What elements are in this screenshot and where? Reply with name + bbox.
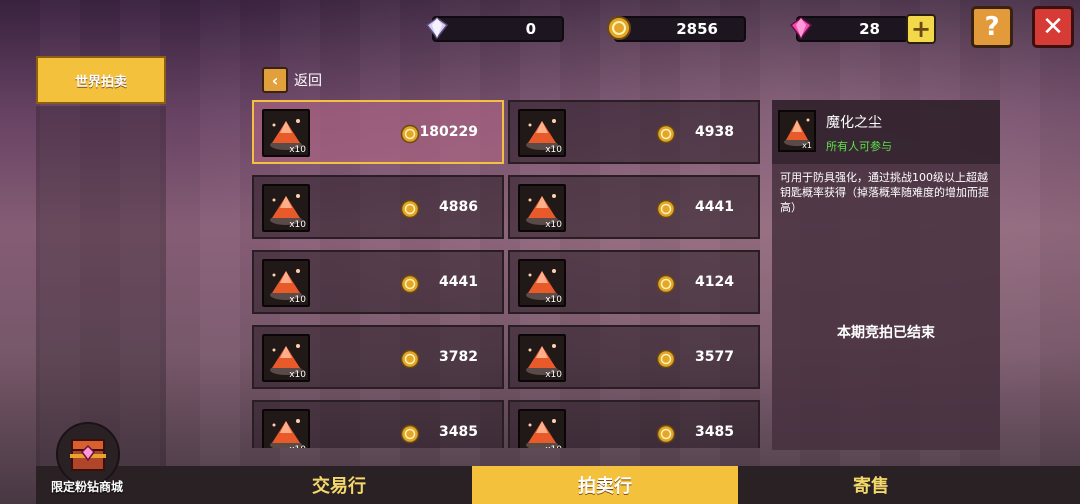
detail-header: x1 魔化之尘 所有人可参与 xyxy=(772,100,1000,164)
dust-item-icon: x10 xyxy=(262,409,310,448)
back-label: 返回 xyxy=(294,73,322,89)
dust-item-icon: x10 xyxy=(262,109,310,157)
dust-item-icon: x10 xyxy=(518,334,566,382)
dust-item-icon: x10 xyxy=(518,409,566,448)
auction-item-card[interactable]: x10 4938 xyxy=(508,100,760,164)
diamond-counter: 0 xyxy=(425,16,564,42)
dust-item-icon: x10 xyxy=(518,109,566,157)
detail-qty: x1 xyxy=(802,141,812,150)
item-price: 3485 xyxy=(439,424,478,440)
item-qty: x10 xyxy=(545,220,562,230)
detail-description: 可用于防具强化，通过挑战100级以上超越钥匙概率获得（掉落概率随难度的增加而提高… xyxy=(780,171,989,214)
item-qty: x10 xyxy=(289,295,306,305)
auction-item-card[interactable]: x10 4124 xyxy=(508,250,760,314)
item-price: 4938 xyxy=(695,124,734,140)
item-price: 4441 xyxy=(439,274,478,290)
dust-item-icon: x10 xyxy=(262,259,310,307)
coin-icon xyxy=(400,424,420,444)
item-qty: x10 xyxy=(545,445,562,448)
gem-value: 28 xyxy=(859,20,880,38)
diamond-value: 0 xyxy=(525,20,536,38)
coin-icon xyxy=(656,199,676,219)
auction-item-card[interactable]: x10 3577 xyxy=(508,325,760,389)
dust-item-icon: x10 xyxy=(518,259,566,307)
treasure-chest-icon xyxy=(70,439,106,471)
dust-icon-art xyxy=(526,419,558,448)
detail-item-name: 魔化之尘 xyxy=(826,115,882,131)
coin-icon xyxy=(656,349,676,369)
auction-item-card[interactable]: x10 180229 xyxy=(252,100,504,164)
item-qty: x10 xyxy=(289,370,306,380)
coin-icon xyxy=(400,349,420,369)
chevron-left-icon: ‹ xyxy=(262,67,288,93)
shop-label: 限定粉钻商城 xyxy=(50,480,123,494)
coin-icon xyxy=(656,124,676,144)
back-button[interactable]: ‹ 返回 xyxy=(262,66,322,94)
close-button[interactable]: ✕ xyxy=(1032,6,1074,48)
item-price: 3577 xyxy=(695,349,734,365)
detail-participation: 所有人可参与 xyxy=(826,140,892,153)
sidebar xyxy=(36,106,166,466)
item-qty: x10 xyxy=(545,295,562,305)
help-button[interactable]: ? xyxy=(971,6,1013,48)
gem-counter: 28 xyxy=(789,16,908,42)
tab-trading-house[interactable]: 交易行 xyxy=(206,466,472,504)
item-qty: x10 xyxy=(289,445,306,448)
dust-item-icon: x10 xyxy=(262,334,310,382)
auction-item-card[interactable]: x10 4441 xyxy=(508,175,760,239)
auction-item-card[interactable]: x10 3782 xyxy=(252,325,504,389)
coin-value: 2856 xyxy=(676,20,718,38)
item-price: 3782 xyxy=(439,349,478,365)
item-price: 180229 xyxy=(419,124,478,140)
add-gem-button[interactable]: + xyxy=(906,14,936,44)
dust-icon-art xyxy=(270,419,302,448)
item-price: 4124 xyxy=(695,274,734,290)
auction-status: 本期竞拍已结束 xyxy=(837,325,935,341)
coin-icon xyxy=(656,274,676,294)
item-qty: x10 xyxy=(545,145,562,155)
auction-item-card[interactable]: x10 3485 xyxy=(252,400,504,448)
item-qty: x10 xyxy=(545,370,562,380)
tab-consignment[interactable]: 寄售 xyxy=(738,466,1004,504)
coin-icon xyxy=(607,16,631,40)
tab-world-auction[interactable]: 世界拍卖 xyxy=(36,56,166,104)
coin-counter: 2856 xyxy=(607,16,746,42)
tab-auction-house[interactable]: 拍卖行 xyxy=(472,466,738,504)
coin-icon xyxy=(400,124,420,144)
pink-diamond-shop-button[interactable]: 限定粉钻商城 xyxy=(42,420,132,496)
coin-icon xyxy=(656,424,676,444)
pink-gem-icon xyxy=(789,17,813,40)
dust-item-icon: x10 xyxy=(262,184,310,232)
item-qty: x10 xyxy=(289,145,306,155)
shop-circle xyxy=(56,422,120,486)
item-qty: x10 xyxy=(289,220,306,230)
dust-item-icon: x1 xyxy=(778,110,816,152)
coin-icon xyxy=(400,199,420,219)
item-price: 4886 xyxy=(439,199,478,215)
auction-item-card[interactable]: x10 4441 xyxy=(252,250,504,314)
item-price: 4441 xyxy=(695,199,734,215)
diamond-icon xyxy=(425,17,449,40)
item-price: 3485 xyxy=(695,424,734,440)
item-detail-panel: x1 魔化之尘 所有人可参与 可用于防具强化，通过挑战100级以上超越钥匙概率获… xyxy=(772,100,1000,450)
auction-item-card[interactable]: x10 4886 xyxy=(252,175,504,239)
auction-item-card[interactable]: x10 3485 xyxy=(508,400,760,448)
dust-item-icon: x10 xyxy=(518,184,566,232)
auction-item-grid[interactable]: x10 180229 x10 4938 x10 4886 x10 4441 x1… xyxy=(252,100,762,448)
coin-icon xyxy=(400,274,420,294)
